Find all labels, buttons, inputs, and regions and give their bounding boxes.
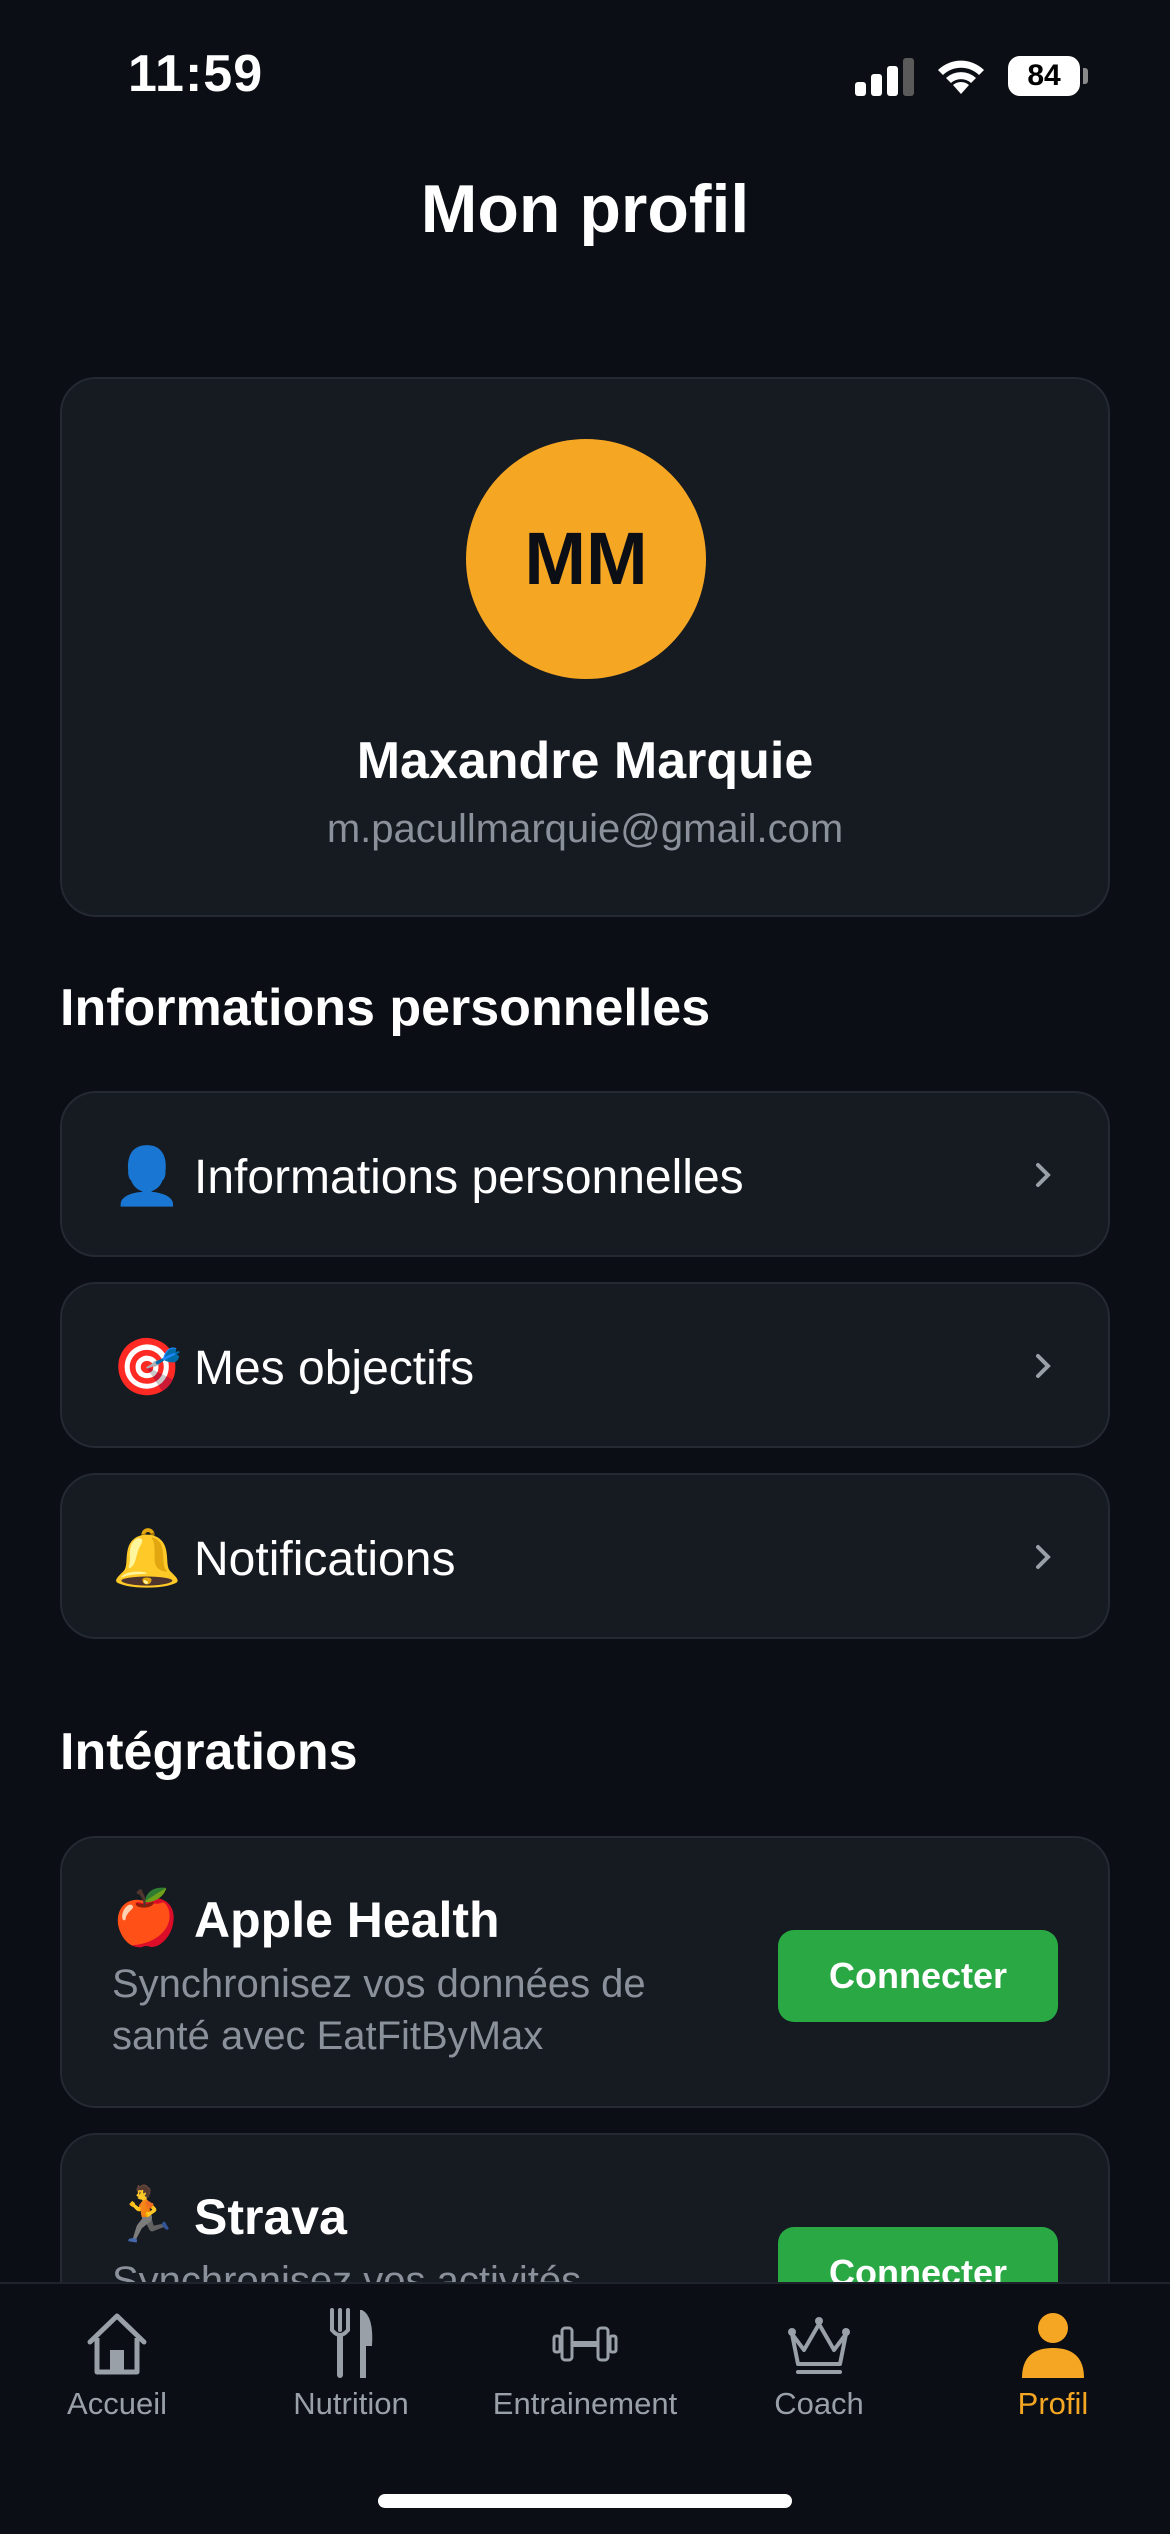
menu-item-personal-info[interactable]: 👤 Informations personnelles <box>60 1091 1110 1257</box>
tab-label: Nutrition <box>293 2386 409 2421</box>
tab-profil[interactable]: Profil <box>936 2284 1170 2454</box>
user-icon: 👤 <box>112 1144 182 1207</box>
bell-icon: 🔔 <box>112 1526 182 1589</box>
tab-label: Entrainement <box>492 2386 678 2421</box>
runner-icon: 🏃 <box>112 2185 180 2245</box>
chevron-right-icon <box>1036 1545 1051 1569</box>
wifi-icon <box>938 60 984 94</box>
tab-label: Accueil <box>67 2386 167 2421</box>
section-title-integrations: Intégrations <box>60 1723 358 1781</box>
chevron-right-icon <box>1036 1354 1051 1378</box>
user-name: Maxandre Marquie <box>356 732 814 790</box>
home-indicator[interactable] <box>378 2494 792 2508</box>
user-email: m.pacullmarquie@gmail.com <box>326 807 844 851</box>
tab-nutrition[interactable]: Nutrition <box>234 2284 468 2454</box>
menu-item-objectives[interactable]: 🎯 Mes objectifs <box>60 1282 1110 1448</box>
tab-label: Coach <box>774 2386 864 2421</box>
fork-knife-icon <box>330 2308 373 2378</box>
tab-entrainement[interactable]: Entrainement <box>468 2284 702 2454</box>
tab-label: Profil <box>1017 2386 1089 2421</box>
connect-button[interactable]: Connecter <box>778 1930 1058 2022</box>
menu-item-label: Informations personnelles <box>194 1151 744 1204</box>
integration-description: Synchronisez vos données de santé avec E… <box>112 1962 646 2058</box>
apple-icon: 🍎 <box>112 1888 180 1948</box>
cellular-signal-icon <box>855 56 915 96</box>
integration-apple-health: 🍎 Apple Health Synchronisez vos données … <box>60 1836 1110 2108</box>
integration-name: Apple Health <box>194 1892 500 1948</box>
menu-item-label: Notifications <box>194 1533 456 1586</box>
person-icon <box>1022 2313 1084 2378</box>
page-title: Mon profil <box>420 171 750 247</box>
profile-card: MM Maxandre Marquie m.pacullmarquie@gmai… <box>60 377 1110 917</box>
section-title-personal: Informations personnelles <box>60 979 711 1037</box>
dumbbell-icon <box>552 2326 618 2362</box>
integration-name: Strava <box>194 2189 347 2245</box>
crown-icon <box>788 2317 850 2374</box>
tab-accueil[interactable]: Accueil <box>0 2284 234 2454</box>
tab-coach[interactable]: Coach <box>702 2284 936 2454</box>
status-bar: 11:59 84 <box>0 0 1170 150</box>
home-icon <box>87 2313 147 2375</box>
menu-item-label: Mes objectifs <box>194 1342 475 1395</box>
target-icon: 🎯 <box>112 1335 182 1398</box>
chevron-right-icon <box>1036 1163 1051 1187</box>
avatar[interactable]: MM <box>466 439 706 679</box>
battery-icon: 84 <box>1008 56 1088 96</box>
menu-item-notifications[interactable]: 🔔 Notifications <box>60 1473 1110 1639</box>
status-time: 11:59 <box>128 45 264 103</box>
